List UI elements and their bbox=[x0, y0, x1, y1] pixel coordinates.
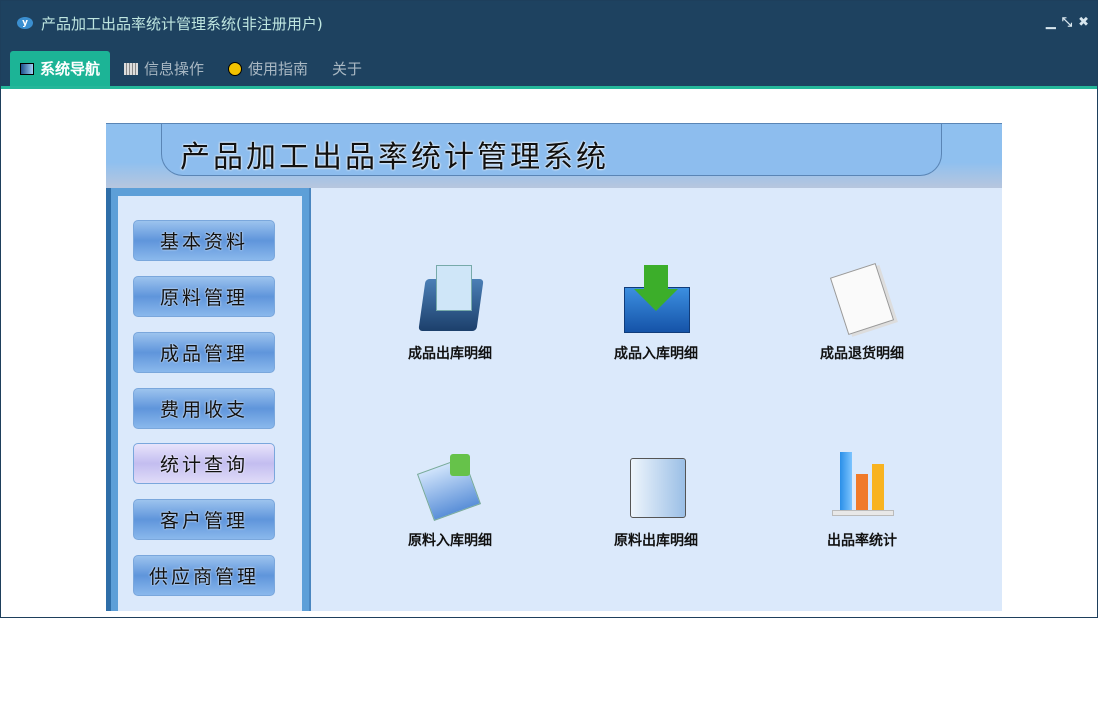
tab-system-nav[interactable]: 系统导航 bbox=[10, 51, 111, 86]
item-label: 原料入库明细 bbox=[408, 533, 492, 549]
item-label: 成品退货明细 bbox=[820, 346, 904, 362]
main-panel: 产品加工出品率统计管理系统 基本资料 原料管理 成品管理 费用收支 统计查询 客… bbox=[106, 123, 1002, 611]
monitor-icon bbox=[20, 62, 34, 75]
download-tray-icon bbox=[620, 263, 692, 335]
title-bar: y 产品加工出品率统计管理系统(非注册用户) ▁ ⤡ ✖ bbox=[1, 1, 1097, 45]
item-yield-stats[interactable]: 出品率统计 bbox=[792, 450, 932, 550]
tab-label: 系统导航 bbox=[40, 60, 101, 78]
sidebar-stats-query[interactable]: 统计查询 bbox=[133, 443, 275, 484]
item-label: 成品出库明细 bbox=[408, 346, 492, 362]
app-logo-icon: y bbox=[17, 17, 33, 29]
close-icon[interactable]: ✖ bbox=[1078, 15, 1089, 30]
grid-icon bbox=[124, 62, 139, 75]
item-material-out[interactable]: 原料出库明细 bbox=[586, 450, 726, 550]
folder-doc-icon bbox=[414, 263, 486, 335]
bar-chart-icon bbox=[826, 450, 898, 522]
minimize-icon[interactable]: ▁ bbox=[1046, 15, 1056, 30]
app-title: 产品加工出品率统计管理系统 bbox=[180, 140, 609, 175]
item-product-return[interactable]: 成品退货明细 bbox=[792, 263, 932, 363]
window-title: 产品加工出品率统计管理系统(非注册用户) bbox=[41, 14, 323, 33]
sidebar-basic-info[interactable]: 基本资料 bbox=[133, 220, 275, 261]
item-label: 成品入库明细 bbox=[614, 346, 698, 362]
sidebar-suppliers[interactable]: 供应商管理 bbox=[133, 555, 275, 596]
tab-info-ops[interactable]: 信息操作 bbox=[114, 51, 214, 86]
restore-icon[interactable]: ⤡ bbox=[1062, 15, 1072, 30]
sidebar-customers[interactable]: 客户管理 bbox=[133, 499, 275, 540]
sidebar-expenses[interactable]: 费用收支 bbox=[133, 388, 275, 429]
sidebar-material[interactable]: 原料管理 bbox=[133, 276, 275, 317]
item-label: 原料出库明细 bbox=[614, 533, 698, 549]
tab-label: 关于 bbox=[332, 60, 363, 78]
doc-download-icon bbox=[414, 450, 486, 522]
tab-bar: 系统导航 信息操作 使用指南 关于 bbox=[1, 45, 1097, 89]
item-product-in[interactable]: 成品入库明细 bbox=[586, 263, 726, 363]
item-material-in[interactable]: 原料入库明细 bbox=[380, 450, 520, 550]
notepad-icon bbox=[826, 263, 898, 335]
folder-icon bbox=[620, 450, 692, 522]
help-icon bbox=[228, 61, 243, 76]
tab-guide[interactable]: 使用指南 bbox=[218, 51, 318, 86]
item-label: 出品率统计 bbox=[827, 533, 897, 549]
sidebar-product[interactable]: 成品管理 bbox=[133, 332, 275, 373]
tab-label: 信息操作 bbox=[144, 60, 205, 78]
tab-label: 使用指南 bbox=[248, 60, 309, 78]
tab-about[interactable]: 关于 bbox=[322, 51, 372, 86]
app-header: 产品加工出品率统计管理系统 bbox=[106, 123, 1002, 188]
item-product-out[interactable]: 成品出库明细 bbox=[380, 263, 520, 363]
